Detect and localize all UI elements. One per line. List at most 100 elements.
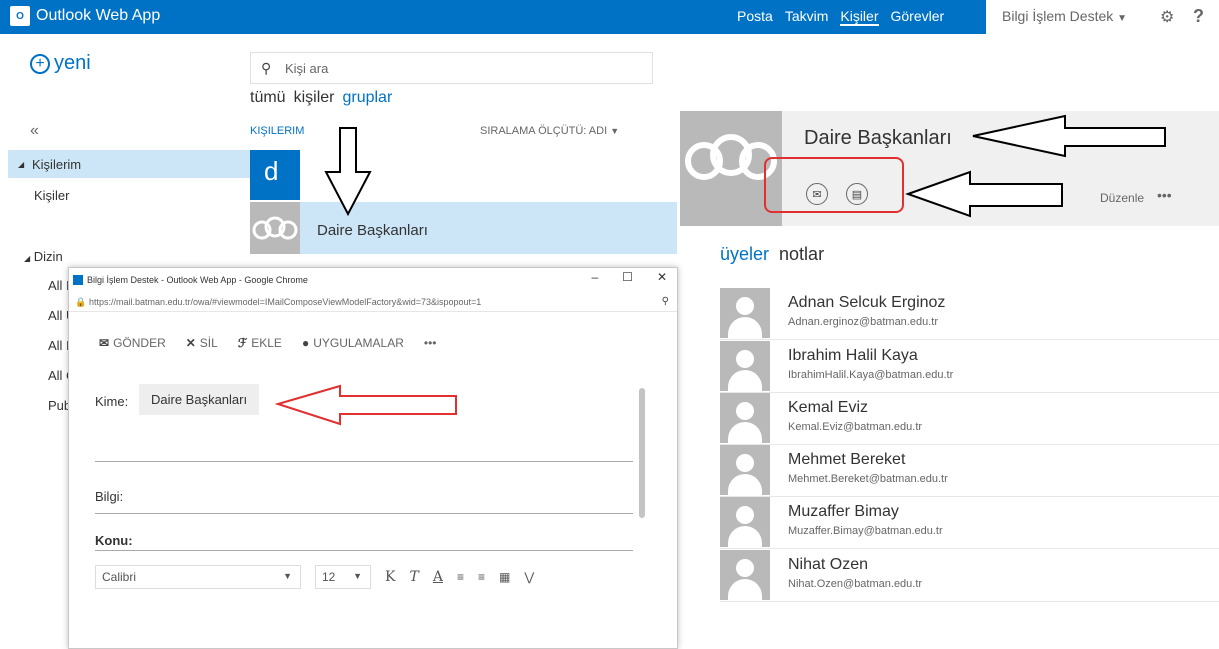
to-label: Kime: [95,394,129,409]
table-icon[interactable]: ▦ [499,570,510,584]
send-label: GÖNDER [113,336,166,350]
delete-button[interactable]: ✕ SİL [186,336,218,350]
list-item[interactable]: Muzaffer Bimay Muzaffer.Bimay@batman.edu… [720,497,1219,549]
compose-toolbar: ✉ GÖNDER ✕ SİL ℱ EKLE ● UYGULAMALAR ••• [99,336,437,350]
cc-label[interactable]: Bilgi: [95,489,123,504]
apps-button[interactable]: ● UYGULAMALAR [302,336,404,350]
sort-dropdown[interactable]: SIRALAMA ÖLÇÜTÜ: ADI ▼ [480,125,619,137]
triangle-icon: ◢ [18,160,25,169]
detail-title: Daire Başkanları [804,127,952,149]
list-item[interactable]: Mehmet Bereket Mehmet.Bereket@batman.edu… [720,445,1219,497]
sort-label: SIRALAMA ÖLÇÜTÜ: ADI [480,125,608,137]
gear-icon[interactable]: ⚙ [1160,7,1178,26]
bullet-list-icon[interactable]: ≡ [457,570,464,584]
directory-label: Dizin [33,249,63,264]
apps-icon: ● [301,336,310,350]
help-icon[interactable]: ? [1193,6,1204,27]
nav-kisiler[interactable]: Kişiler [840,8,879,26]
detail-tabs: üyeler notlar [720,244,824,265]
member-email: Mehmet.Bereket@batman.edu.tr [788,473,948,485]
search-icon: ⚲ [261,60,272,76]
nav-takvim[interactable]: Takvim [785,8,829,26]
list-item[interactable]: Nihat Ozen Nihat.Ozen@batman.edu.tr [720,550,1219,602]
directory-header[interactable]: ◢ Dizin [24,249,63,264]
nav-gorevler[interactable]: Görevler [891,8,945,26]
divider [95,513,633,514]
bold-icon[interactable]: K [385,569,395,585]
minimize-icon[interactable]: – [591,270,598,284]
list-item[interactable]: Ibrahim Halil Kaya IbrahimHalil.Kaya@bat… [720,341,1219,393]
list-section-label[interactable]: KIŞILERIM [250,125,304,137]
list-item[interactable]: Adnan Selcuk Erginoz Adnan.erginoz@batma… [720,288,1219,340]
edit-button[interactable]: Düzenle [1100,191,1144,205]
avatar [720,550,770,600]
down-arrow-annotation [324,127,372,217]
app-logo[interactable]: O Outlook Web App [10,6,160,26]
scrollbar[interactable] [639,376,645,556]
send-button[interactable]: ✉ GÖNDER [99,336,166,350]
member-email: Kemal.Eviz@batman.edu.tr [788,421,923,433]
member-name: Nihat Ozen [788,556,869,573]
lock-icon: 🔒 [75,297,87,307]
expand-icon[interactable]: ⋁ [524,570,534,584]
member-email: Nihat.Ozen@batman.edu.tr [788,578,923,590]
chevron-down-icon: ▼ [353,571,362,581]
filter-groups[interactable]: gruplar [342,89,392,107]
tab-notes[interactable]: notlar [779,244,824,265]
apps-label: UYGULAMALAR [313,336,404,350]
zoom-icon[interactable]: ⚲ [662,296,669,307]
chevron-down-icon: ▼ [1117,13,1128,24]
user-menu[interactable]: Bilgi İşlem Destek ▼ [986,0,1142,34]
list-item[interactable]: Kemal Eviz Kemal.Eviz@batman.edu.tr [720,393,1219,445]
compose-window: Bilgi İşlem Destek - Outlook Web App - G… [68,267,678,649]
list-item[interactable]: Daire Başkanları [250,202,677,254]
folder-kisilerim[interactable]: ◢ Kişilerim [8,150,250,178]
font-color-icon[interactable]: A [433,569,443,585]
search-placeholder: Kişi ara [285,61,329,76]
search-input[interactable]: ⚲ Kişi ara [250,52,653,84]
recipient-chip[interactable]: Daire Başkanları [139,384,260,415]
delete-label: SİL [199,336,218,350]
font-dropdown[interactable]: Calibri ▼ [95,565,301,589]
window-title: Bilgi İşlem Destek - Outlook Web App - G… [87,275,308,285]
address-bar[interactable]: 🔒 https://mail.batman.edu.tr/owa/#viewmo… [69,294,677,312]
outlook-logo-icon: O [10,6,30,26]
filter-contacts[interactable]: kişiler [294,89,335,107]
number-list-icon[interactable]: ≡ [478,570,485,584]
topbar-right [1142,0,1219,34]
send-icon: ✉ [99,336,110,350]
scroll-thumb[interactable] [639,388,645,518]
new-contact-button[interactable]: + yeni [30,52,91,75]
maximize-icon[interactable]: ☐ [622,270,633,284]
size-dropdown[interactable]: 12 ▼ [315,565,371,589]
filter-tabs: tümü kişiler gruplar [250,89,392,107]
letter-tile[interactable]: d [250,150,300,200]
subject-label[interactable]: Konu: [95,533,133,548]
italic-icon[interactable]: T [409,569,418,585]
directory-item[interactable]: All I [48,338,70,353]
more-icon[interactable]: ••• [1157,187,1172,203]
font-value: Calibri [102,570,137,584]
close-icon[interactable]: ✕ [657,270,667,284]
folder-kisiler[interactable]: Kişiler [34,188,69,203]
divider [95,461,633,462]
triangle-icon: ◢ [24,254,31,263]
attach-button[interactable]: ℱ EKLE [238,336,282,350]
paperclip-icon: ℱ [237,336,248,350]
size-value: 12 [322,570,336,584]
top-nav: Posta Takvim Kişiler Görevler [737,8,944,26]
filter-all[interactable]: tümü [250,89,286,107]
more-icon[interactable]: ••• [424,336,437,350]
left-arrow-annotation [972,114,1166,158]
collapse-icon[interactable]: « [30,122,39,140]
directory-item[interactable]: All I [48,278,70,293]
member-name: Mehmet Bereket [788,451,906,468]
new-label: yeni [54,52,91,74]
avatar [720,445,770,495]
tab-members[interactable]: üyeler [720,244,769,265]
highlight-box [764,157,904,213]
member-name: Kemal Eviz [788,399,869,416]
user-name: Bilgi İşlem Destek [1002,8,1114,24]
nav-posta[interactable]: Posta [737,8,773,26]
avatar [720,288,770,338]
